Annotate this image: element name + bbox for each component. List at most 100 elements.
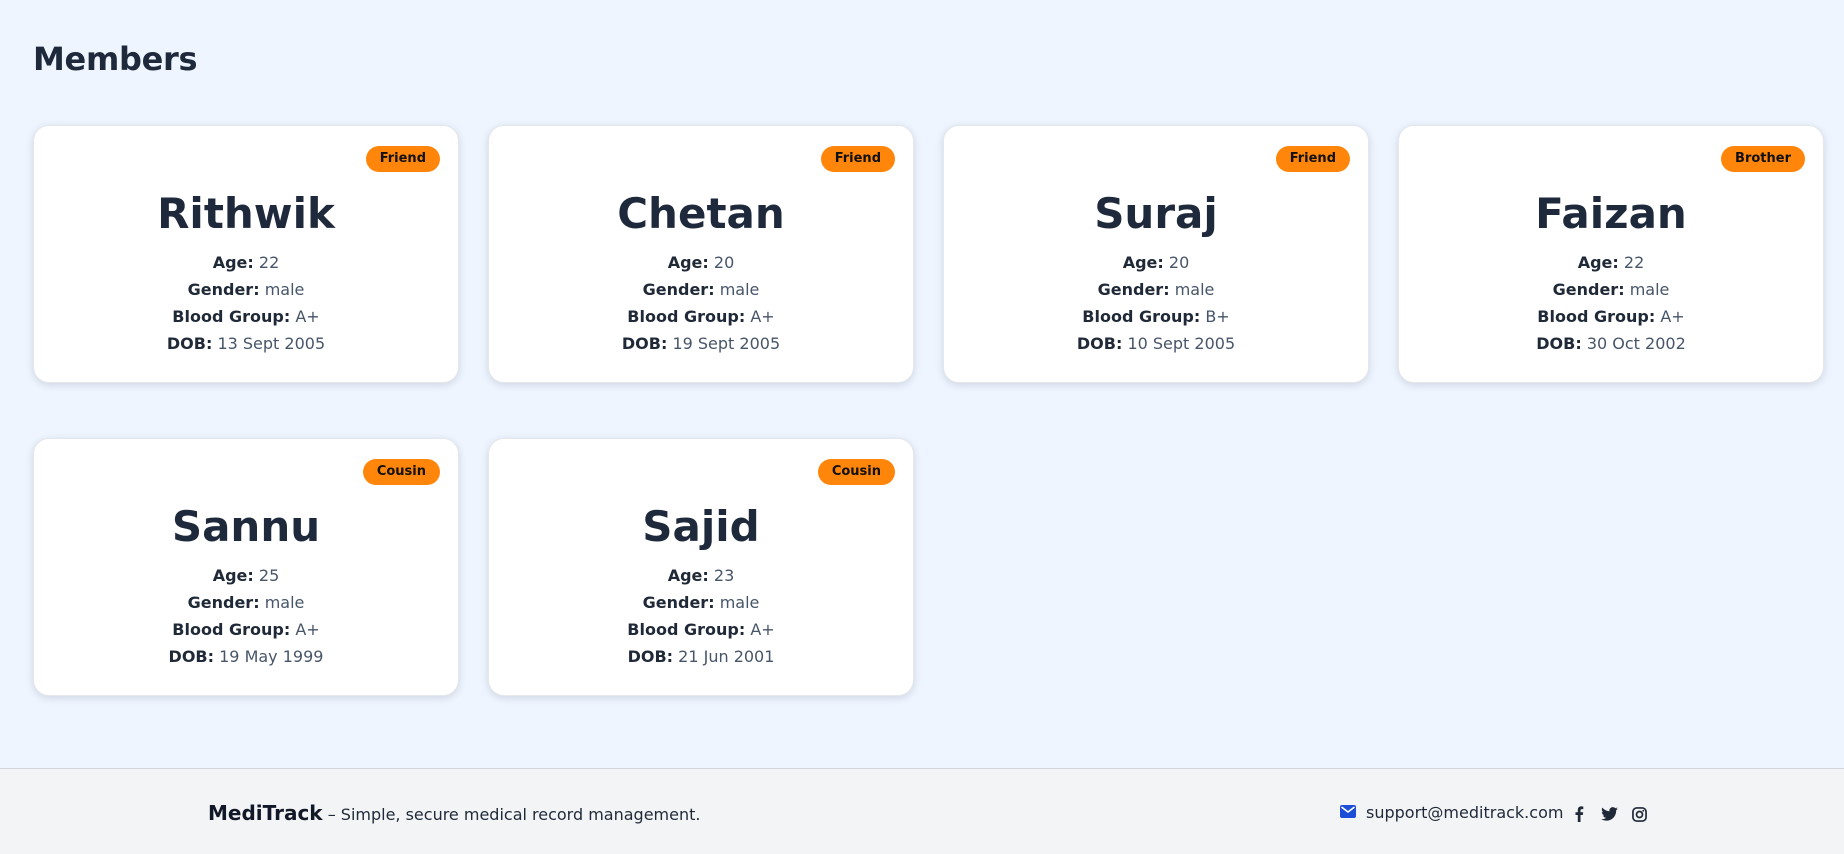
dob-value: 19 May 1999 — [219, 647, 324, 666]
gender-row: Gender: male — [489, 276, 913, 303]
brand-name: MediTrack — [208, 801, 323, 825]
blood-group-label: Blood Group: — [172, 307, 291, 326]
member-name: Rithwik — [157, 189, 335, 238]
member-name: Sannu — [171, 502, 321, 551]
facebook-icon[interactable] — [1570, 805, 1588, 823]
blood-group-value: A+ — [295, 620, 320, 639]
gender-label: Gender: — [1097, 280, 1170, 299]
member-card[interactable]: Cousin Sannu Age: 25 Gender: male Blood … — [33, 438, 459, 696]
blood-group-row: Blood Group: A+ — [34, 616, 458, 643]
dob-row: DOB: 10 Sept 2005 — [944, 330, 1368, 357]
member-card[interactable]: Brother Faizan Age: 22 Gender: male Bloo… — [1398, 125, 1824, 383]
age-label: Age: — [212, 253, 254, 272]
age-label: Age: — [667, 253, 709, 272]
age-label: Age: — [1577, 253, 1619, 272]
blood-group-row: Blood Group: B+ — [944, 303, 1368, 330]
dob-row: DOB: 19 May 1999 — [34, 643, 458, 670]
blood-group-label: Blood Group: — [627, 620, 746, 639]
age-row: Age: 22 — [34, 249, 458, 276]
gender-value: male — [719, 280, 760, 299]
blood-group-row: Blood Group: A+ — [34, 303, 458, 330]
dob-value: 21 Jun 2001 — [678, 647, 775, 666]
gender-value: male — [264, 593, 305, 612]
member-card[interactable]: Friend Chetan Age: 20 Gender: male Blood… — [488, 125, 914, 383]
member-card[interactable]: Cousin Sajid Age: 23 Gender: male Blood … — [488, 438, 914, 696]
age-value: 20 — [713, 253, 735, 272]
dob-row: DOB: 19 Sept 2005 — [489, 330, 913, 357]
brand-tagline: – Simple, secure medical record manageme… — [322, 805, 701, 824]
dob-value: 19 Sept 2005 — [672, 334, 781, 353]
gender-value: male — [264, 280, 305, 299]
blood-group-value: A+ — [1660, 307, 1685, 326]
site-footer: MediTrack – Simple, secure medical recor… — [0, 768, 1844, 854]
gender-label: Gender: — [642, 593, 715, 612]
footer-contact[interactable]: support@meditrack.com — [1340, 803, 1563, 822]
relation-badge: Cousin — [362, 459, 440, 485]
age-label: Age: — [1122, 253, 1164, 272]
blood-group-row: Blood Group: A+ — [1399, 303, 1823, 330]
social-links — [1570, 805, 1648, 823]
age-row: Age: 22 — [1399, 249, 1823, 276]
dob-label: DOB: — [1536, 334, 1582, 353]
dob-label: DOB: — [627, 647, 674, 666]
age-value: 23 — [713, 566, 735, 585]
age-value: 25 — [258, 566, 280, 585]
member-card[interactable]: Friend Suraj Age: 20 Gender: male Blood … — [943, 125, 1369, 383]
dob-row: DOB: 21 Jun 2001 — [489, 643, 913, 670]
gender-label: Gender: — [187, 593, 260, 612]
member-name: Faizan — [1535, 189, 1687, 238]
blood-group-label: Blood Group: — [172, 620, 291, 639]
age-label: Age: — [667, 566, 709, 585]
member-info: Age: 22 Gender: male Blood Group: A+ DOB… — [1399, 249, 1823, 357]
member-info: Age: 25 Gender: male Blood Group: A+ DOB… — [34, 562, 458, 670]
member-card[interactable]: Friend Rithwik Age: 22 Gender: male Bloo… — [33, 125, 459, 383]
member-name: Suraj — [1094, 189, 1218, 238]
dob-row: DOB: 30 Oct 2002 — [1399, 330, 1823, 357]
gender-label: Gender: — [187, 280, 260, 299]
mail-icon — [1340, 803, 1356, 822]
member-name: Sajid — [642, 502, 760, 551]
twitter-icon[interactable] — [1600, 805, 1618, 823]
dob-value: 30 Oct 2002 — [1586, 334, 1686, 353]
age-row: Age: 23 — [489, 562, 913, 589]
blood-group-value: A+ — [750, 620, 775, 639]
age-value: 20 — [1168, 253, 1190, 272]
gender-row: Gender: male — [34, 589, 458, 616]
dob-label: DOB: — [1076, 334, 1123, 353]
dob-row: DOB: 13 Sept 2005 — [34, 330, 458, 357]
gender-value: male — [1629, 280, 1670, 299]
member-info: Age: 20 Gender: male Blood Group: A+ DOB… — [489, 249, 913, 357]
member-info: Age: 23 Gender: male Blood Group: A+ DOB… — [489, 562, 913, 670]
footer-brand: MediTrack – Simple, secure medical recor… — [208, 801, 700, 825]
age-value: 22 — [258, 253, 280, 272]
member-info: Age: 22 Gender: male Blood Group: A+ DOB… — [34, 249, 458, 357]
gender-label: Gender: — [642, 280, 715, 299]
age-row: Age: 20 — [944, 249, 1368, 276]
relation-badge: Friend — [365, 146, 440, 172]
relation-badge: Friend — [1275, 146, 1350, 172]
age-row: Age: 25 — [34, 562, 458, 589]
dob-label: DOB: — [168, 647, 215, 666]
dob-value: 10 Sept 2005 — [1127, 334, 1236, 353]
relation-badge: Cousin — [817, 459, 895, 485]
blood-group-label: Blood Group: — [1082, 307, 1201, 326]
blood-group-value: A+ — [295, 307, 320, 326]
main-content: Members Friend Rithwik Age: 22 Gender: m… — [0, 0, 1844, 768]
age-row: Age: 20 — [489, 249, 913, 276]
blood-group-value: A+ — [750, 307, 775, 326]
member-name: Chetan — [617, 189, 785, 238]
blood-group-value: B+ — [1205, 307, 1230, 326]
gender-row: Gender: male — [489, 589, 913, 616]
gender-row: Gender: male — [1399, 276, 1823, 303]
age-value: 22 — [1623, 253, 1645, 272]
blood-group-label: Blood Group: — [1537, 307, 1656, 326]
gender-label: Gender: — [1552, 280, 1625, 299]
support-email[interactable]: support@meditrack.com — [1366, 803, 1563, 822]
gender-row: Gender: male — [944, 276, 1368, 303]
gender-value: male — [1174, 280, 1215, 299]
blood-group-row: Blood Group: A+ — [489, 616, 913, 643]
relation-badge: Friend — [820, 146, 895, 172]
dob-label: DOB: — [621, 334, 668, 353]
blood-group-row: Blood Group: A+ — [489, 303, 913, 330]
instagram-icon[interactable] — [1630, 805, 1648, 823]
